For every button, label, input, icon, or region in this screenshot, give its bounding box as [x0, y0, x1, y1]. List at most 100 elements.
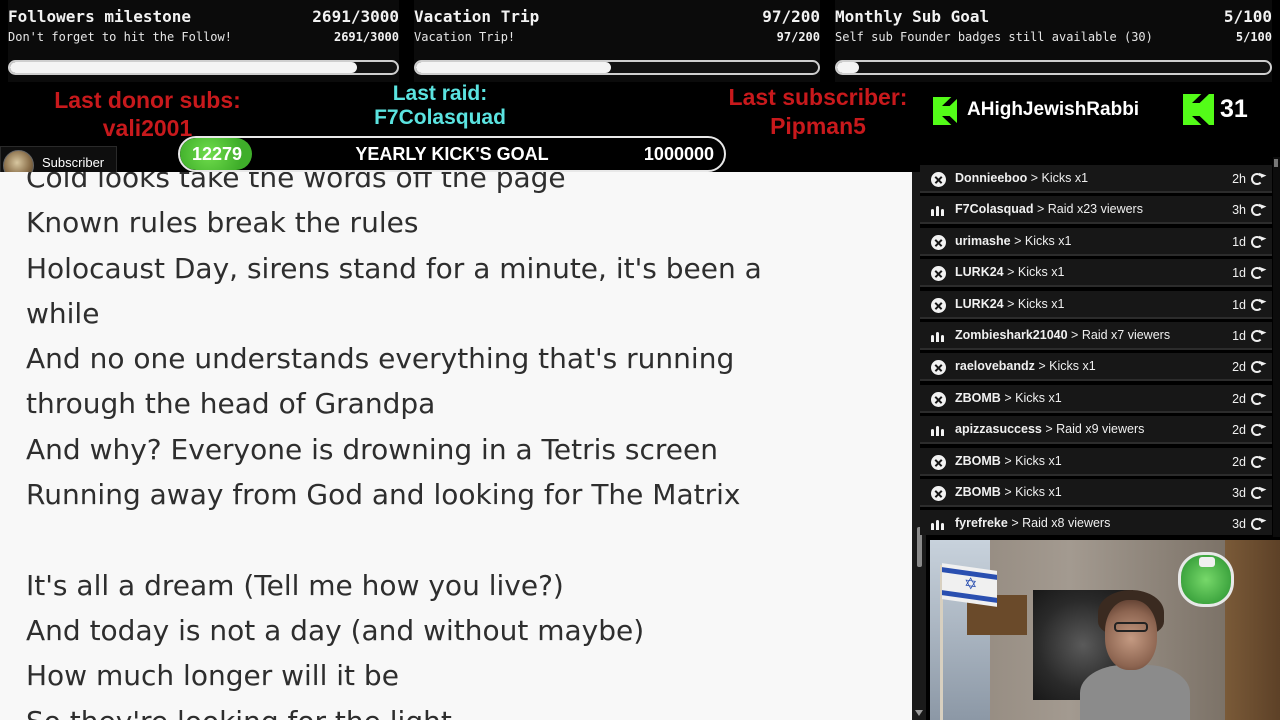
goal-progress-fill	[10, 62, 358, 73]
replay-icon[interactable]	[1251, 518, 1263, 531]
feed-item-text: F7Colasquad > Raid x23 viewers	[955, 202, 1143, 216]
feed-item[interactable]: ZBOMB > Kicks x1 2d	[920, 447, 1272, 476]
kick-icon	[931, 391, 946, 407]
kick-icon	[931, 360, 946, 376]
replay-icon[interactable]	[1251, 424, 1263, 437]
last-subscriber-title: Last subscriber:	[728, 84, 908, 110]
webcam-door	[1225, 540, 1280, 720]
feed-item-text: fyrefreke > Raid x8 viewers	[955, 516, 1110, 530]
feed-item-text: Zombieshark21040 > Raid x7 viewers	[955, 328, 1170, 342]
goal-progress-bar	[414, 60, 820, 75]
replay-icon[interactable]	[1251, 487, 1263, 499]
goal-vacation: Vacation Trip 97/200 Vacation Trip! 97/2…	[414, 0, 820, 82]
feed-item-text: urimashe > Kicks x1	[955, 234, 1071, 248]
lyric-line: And no one understands everything that's…	[26, 342, 735, 376]
alert-info-row: Last donor subs: vali2001 Last raid: F7C…	[0, 82, 1280, 182]
feed-item[interactable]: ZBOMB > Kicks x1 3d	[920, 479, 1272, 507]
feed-item-time: 2d	[1232, 360, 1246, 375]
replay-icon[interactable]	[1251, 455, 1263, 468]
streamer	[1080, 590, 1190, 720]
feed-item-user: ZBOMB	[955, 453, 1001, 468]
lyric-line: How much longer will it be	[26, 659, 399, 693]
feed-item[interactable]: LURK24 > Kicks x1 1d	[920, 259, 1272, 288]
feed-item-user: urimashe	[955, 233, 1011, 248]
feed-item-action: Kicks x1	[1017, 296, 1065, 311]
lyric-line: through the head of Grandpa	[26, 387, 436, 421]
goal-subtitle: Don't forget to hit the Follow!	[8, 30, 232, 44]
goal-count: 5/100	[1223, 7, 1272, 26]
goal-subtitle: Self sub Founder badges still available …	[835, 30, 1153, 44]
replay-icon[interactable]	[1251, 298, 1263, 311]
feed-item-separator: >	[1011, 516, 1019, 531]
feed-item-user: ZBOMB	[955, 485, 1001, 499]
lyrics-lines: Cold looks take the words off the page Kn…	[26, 172, 886, 720]
lyric-line: Running away from God and looking for Th…	[26, 478, 741, 512]
feed-item-user: apizzasuccess	[955, 422, 1042, 437]
kick-logo-icon	[1183, 94, 1214, 125]
feed-scrollbar[interactable]	[1273, 157, 1280, 537]
feed-item[interactable]: fyrefreke > Raid x8 viewers 3d	[920, 510, 1272, 535]
feed-item-separator: >	[1036, 202, 1045, 217]
lyric-line	[26, 517, 886, 562]
feed-item-separator: >	[1071, 328, 1079, 342]
kick-icon	[931, 297, 946, 313]
feed-item-user: F7Colasquad	[955, 202, 1034, 217]
goal-count: 2691/3000	[312, 7, 399, 26]
lyrics-panel[interactable]: Cold looks take the words off the page Kn…	[0, 172, 912, 720]
feed-item[interactable]: raelovebandz > Kicks x1 2d	[920, 353, 1272, 382]
raid-icon	[931, 517, 946, 532]
lyric-line: So they're looking for the light	[26, 699, 886, 720]
feed-item[interactable]: urimashe > Kicks x1 1d	[920, 227, 1272, 256]
feed-item-separator: >	[1007, 265, 1015, 280]
feed-item[interactable]: apizzasuccess > Raid x9 viewers 2d	[920, 416, 1272, 445]
feed-item-user: Zombieshark21040	[955, 328, 1068, 342]
feed-item-action: Kicks x1	[1015, 485, 1062, 499]
feed-item-separator: >	[1014, 233, 1022, 248]
kick-logo-icon	[933, 97, 957, 125]
feed-item[interactable]: Donnieeboo > Kicks x1 2h	[920, 165, 1272, 193]
feed-item-time: 2d	[1232, 391, 1246, 406]
goal-subtitle: Vacation Trip!	[414, 30, 516, 44]
scroll-down-arrow-icon[interactable]	[915, 710, 923, 716]
goal-count-small: 2691/3000	[333, 30, 399, 44]
feed-item-time: 2h	[1232, 172, 1246, 186]
raid-icon	[931, 329, 946, 344]
lyric-line: And why? Everyone is drowning in a Tetri…	[26, 432, 718, 466]
lyric-line: It's all a dream (Tell me how you live?)	[26, 568, 564, 602]
feed-item[interactable]: ZBOMB > Kicks x1 2d	[920, 384, 1272, 413]
last-subscriber-name: Pipman5	[770, 113, 866, 139]
replay-icon[interactable]	[1251, 235, 1263, 248]
feed-item-action: Kicks x1	[1017, 265, 1065, 280]
feed-item-time: 1d	[1232, 297, 1246, 312]
feed-item-action: Kicks x1	[1015, 390, 1062, 405]
feed-item-separator: >	[1045, 422, 1053, 437]
feed-item-action: Kicks x1	[1049, 359, 1096, 374]
goal-progress-bar	[835, 60, 1272, 75]
yearly-kick-goal-bar: 12279 YEARLY KICK'S GOAL 1000000	[178, 136, 726, 172]
feed-item-time: 3d	[1232, 486, 1246, 500]
feed-item-user: raelovebandz	[955, 359, 1035, 374]
feed-item-action: Raid x23 viewers	[1047, 202, 1143, 217]
feed-item[interactable]: F7Colasquad > Raid x23 viewers 3h	[920, 196, 1272, 225]
feed-item-time: 3h	[1232, 203, 1246, 218]
replay-icon[interactable]	[1251, 361, 1263, 374]
scrollbar-thumb[interactable]	[1274, 159, 1278, 167]
subscriber-badge-label: Subscriber	[42, 155, 105, 170]
kick-icon	[931, 234, 946, 250]
feed-item[interactable]: LURK24 > Kicks x1 1d	[920, 290, 1272, 319]
feed-item-separator: >	[1004, 453, 1012, 468]
yearly-goal-title: YEARLY KICK'S GOAL	[355, 144, 549, 164]
replay-icon[interactable]	[1251, 392, 1263, 405]
feed-item-action: Kicks x1	[1041, 171, 1089, 185]
feed-item-text: ZBOMB > Kicks x1	[955, 485, 1062, 499]
lyric-line: Cold looks take the words off the page	[26, 172, 566, 194]
replay-icon[interactable]	[1251, 204, 1263, 217]
replay-icon[interactable]	[1251, 330, 1263, 342]
feed-item-user: ZBOMB	[955, 390, 1001, 405]
activity-feed[interactable]: Donnieeboo > Kicks x1 2h F7Colasquad > Rai…	[920, 163, 1275, 535]
feed-item-action: Raid x7 viewers	[1081, 328, 1171, 342]
replay-icon[interactable]	[1251, 173, 1263, 185]
feed-item[interactable]: Zombieshark21040 > Raid x7 viewers 1d	[920, 322, 1272, 350]
replay-icon[interactable]	[1251, 267, 1263, 280]
goal-monthly-sub: Monthly Sub Goal 5/100 Self sub Founder …	[835, 0, 1272, 82]
